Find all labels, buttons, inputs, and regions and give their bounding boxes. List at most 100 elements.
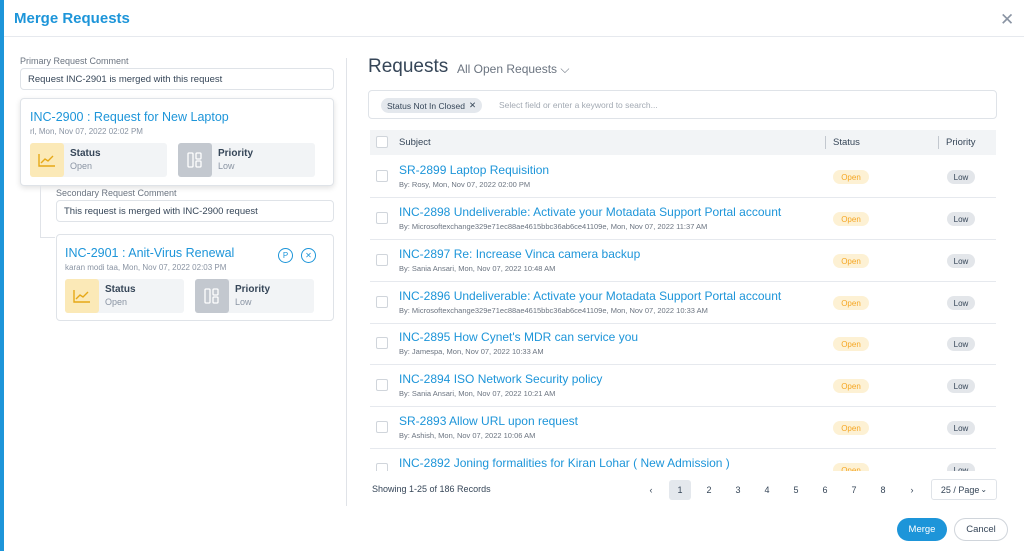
- chip-close-icon[interactable]: ✕: [469, 100, 476, 111]
- pagination-page[interactable]: 4: [756, 480, 778, 500]
- primary-comment-label: Primary Request Comment: [20, 56, 129, 66]
- row-checkbox[interactable]: [376, 254, 388, 266]
- pagination-page[interactable]: 7: [843, 480, 865, 500]
- row-checkbox[interactable]: [376, 170, 388, 182]
- dialog-title: Merge Requests: [14, 10, 130, 27]
- row-subject[interactable]: INC-2898 Undeliverable: Activate your Mo…: [399, 205, 781, 219]
- cancel-button[interactable]: Cancel: [954, 518, 1008, 541]
- row-checkbox[interactable]: [376, 296, 388, 308]
- status-badge: Open: [833, 421, 869, 435]
- secondary-request-card: INC-2901 : Anit-Virus Renewal karan modi…: [56, 234, 334, 321]
- table-row[interactable]: INC-2895 How Cynet's MDR can service you…: [370, 323, 996, 365]
- status-badge: Open: [833, 337, 869, 351]
- secondary-status-tile: Status Open: [65, 279, 184, 313]
- status-badge: Open: [833, 212, 869, 226]
- pagination-page[interactable]: 8: [872, 480, 894, 500]
- make-primary-button[interactable]: P: [278, 248, 293, 263]
- secondary-status-label: Status: [105, 284, 136, 295]
- table-row[interactable]: INC-2898 Undeliverable: Activate your Mo…: [370, 198, 996, 240]
- secondary-card-meta: karan modi taa, Mon, Nov 07, 2022 02:03 …: [65, 263, 227, 272]
- pagination-page[interactable]: 3: [727, 480, 749, 500]
- chevron-down-icon: ⌵: [560, 62, 570, 76]
- table-row[interactable]: SR-2899 Laptop Requisition By: Rosy, Mon,…: [370, 156, 996, 198]
- header-divider: [4, 36, 1024, 37]
- table-row[interactable]: INC-2892 Joning formalities for Kiran Lo…: [370, 449, 996, 471]
- priority-badge: Low: [947, 379, 975, 393]
- status-badge: Open: [833, 296, 869, 310]
- priority-badge: Low: [947, 337, 975, 351]
- row-subject[interactable]: SR-2899 Laptop Requisition: [399, 163, 549, 177]
- priority-icon: [178, 143, 212, 177]
- close-icon[interactable]: ✕: [1000, 10, 1014, 30]
- row-subject[interactable]: INC-2897 Re: Increase Vinca camera backu…: [399, 247, 640, 261]
- chart-line-icon: [65, 279, 99, 313]
- table-header: Subject Status Priority: [370, 130, 996, 155]
- status-badge: Open: [833, 379, 869, 393]
- primary-status-label: Status: [70, 148, 101, 159]
- primary-priority-tile: Priority Low: [178, 143, 315, 177]
- pagination-next[interactable]: ›: [901, 480, 923, 500]
- column-status[interactable]: Status: [833, 137, 860, 148]
- primary-card-title[interactable]: INC-2900 : Request for New Laptop: [30, 110, 229, 124]
- per-page-label: 25 / Page: [940, 484, 980, 495]
- row-requester: By: Microsoftexchange329e71ec88ae4615bbc…: [399, 222, 708, 231]
- merge-button[interactable]: Merge: [897, 518, 947, 541]
- tree-connector-vertical: [40, 186, 41, 238]
- search-placeholder: Select field or enter a keyword to searc…: [499, 100, 658, 110]
- row-requester: By: Jamespa, Mon, Nov 07, 2022 10:33 AM: [399, 347, 544, 356]
- column-separator: [938, 136, 939, 149]
- secondary-priority-label: Priority: [235, 284, 271, 295]
- column-subject[interactable]: Subject: [399, 137, 431, 148]
- requests-filter-dropdown[interactable]: All Open Requests ⌵: [457, 62, 570, 77]
- pagination-page[interactable]: 5: [785, 480, 807, 500]
- table-row[interactable]: INC-2896 Undeliverable: Activate your Mo…: [370, 282, 996, 324]
- row-checkbox[interactable]: [376, 337, 388, 349]
- chevron-down-icon: ⌄: [980, 485, 988, 494]
- row-subject[interactable]: SR-2893 Allow URL upon request: [399, 414, 578, 428]
- row-checkbox[interactable]: [376, 421, 388, 433]
- row-checkbox[interactable]: [376, 212, 388, 224]
- status-badge: Open: [833, 254, 869, 268]
- priority-icon: [195, 279, 229, 313]
- row-requester: By: Rosy, Mon, Nov 07, 2022 02:00 PM: [399, 180, 531, 189]
- requests-title: Requests: [368, 56, 449, 77]
- primary-priority-value: Low: [218, 161, 235, 171]
- filter-chip-label: Status Not In Closed: [387, 100, 465, 111]
- tree-connector-horizontal: [40, 237, 55, 238]
- pagination-prev[interactable]: ‹: [640, 480, 662, 500]
- primary-status-value: Open: [70, 161, 93, 171]
- secondary-status-value: Open: [105, 297, 128, 307]
- row-requester: By: Sania Ansari, Mon, Nov 07, 2022 10:4…: [399, 264, 556, 273]
- filter-chip[interactable]: Status Not In Closed ✕: [381, 98, 483, 113]
- row-subject[interactable]: INC-2894 ISO Network Security policy: [399, 372, 602, 386]
- secondary-priority-tile: Priority Low: [195, 279, 314, 313]
- table-row[interactable]: SR-2893 Allow URL upon request By: Ashish…: [370, 407, 996, 449]
- row-checkbox[interactable]: [376, 379, 388, 391]
- pagination-page[interactable]: 1: [669, 480, 691, 500]
- per-page-select[interactable]: 25 / Page ⌄: [931, 479, 997, 500]
- row-subject[interactable]: INC-2896 Undeliverable: Activate your Mo…: [399, 289, 781, 303]
- row-checkbox[interactable]: [376, 463, 388, 471]
- primary-comment-input[interactable]: Request INC-2901 is merged with this req…: [20, 68, 334, 90]
- secondary-priority-value: Low: [235, 297, 252, 307]
- chart-line-icon: [30, 143, 64, 177]
- status-badge: Open: [833, 170, 869, 184]
- select-all-checkbox[interactable]: [376, 136, 388, 148]
- row-subject[interactable]: INC-2895 How Cynet's MDR can service you: [399, 330, 638, 344]
- secondary-card-title[interactable]: INC-2901 : Anit-Virus Renewal: [65, 246, 234, 260]
- remove-secondary-icon[interactable]: ✕: [301, 248, 316, 263]
- panel-divider: [346, 58, 347, 506]
- priority-badge: Low: [947, 421, 975, 435]
- table-row[interactable]: INC-2897 Re: Increase Vinca camera backu…: [370, 240, 996, 282]
- table-row[interactable]: INC-2894 ISO Network Security policy By: …: [370, 365, 996, 407]
- primary-status-tile: Status Open: [30, 143, 167, 177]
- row-requester: By: Ashish, Mon, Nov 07, 2022 10:06 AM: [399, 431, 536, 440]
- pagination-page[interactable]: 2: [698, 480, 720, 500]
- requests-filter-label: All Open Requests: [457, 62, 558, 76]
- pagination-page[interactable]: 6: [814, 480, 836, 500]
- column-priority[interactable]: Priority: [946, 137, 976, 148]
- secondary-comment-input[interactable]: This request is merged with INC-2900 req…: [56, 200, 334, 222]
- priority-badge: Low: [947, 254, 975, 268]
- search-bar[interactable]: Status Not In Closed ✕ Select field or en…: [368, 90, 997, 119]
- row-subject[interactable]: INC-2892 Joning formalities for Kiran Lo…: [399, 456, 730, 470]
